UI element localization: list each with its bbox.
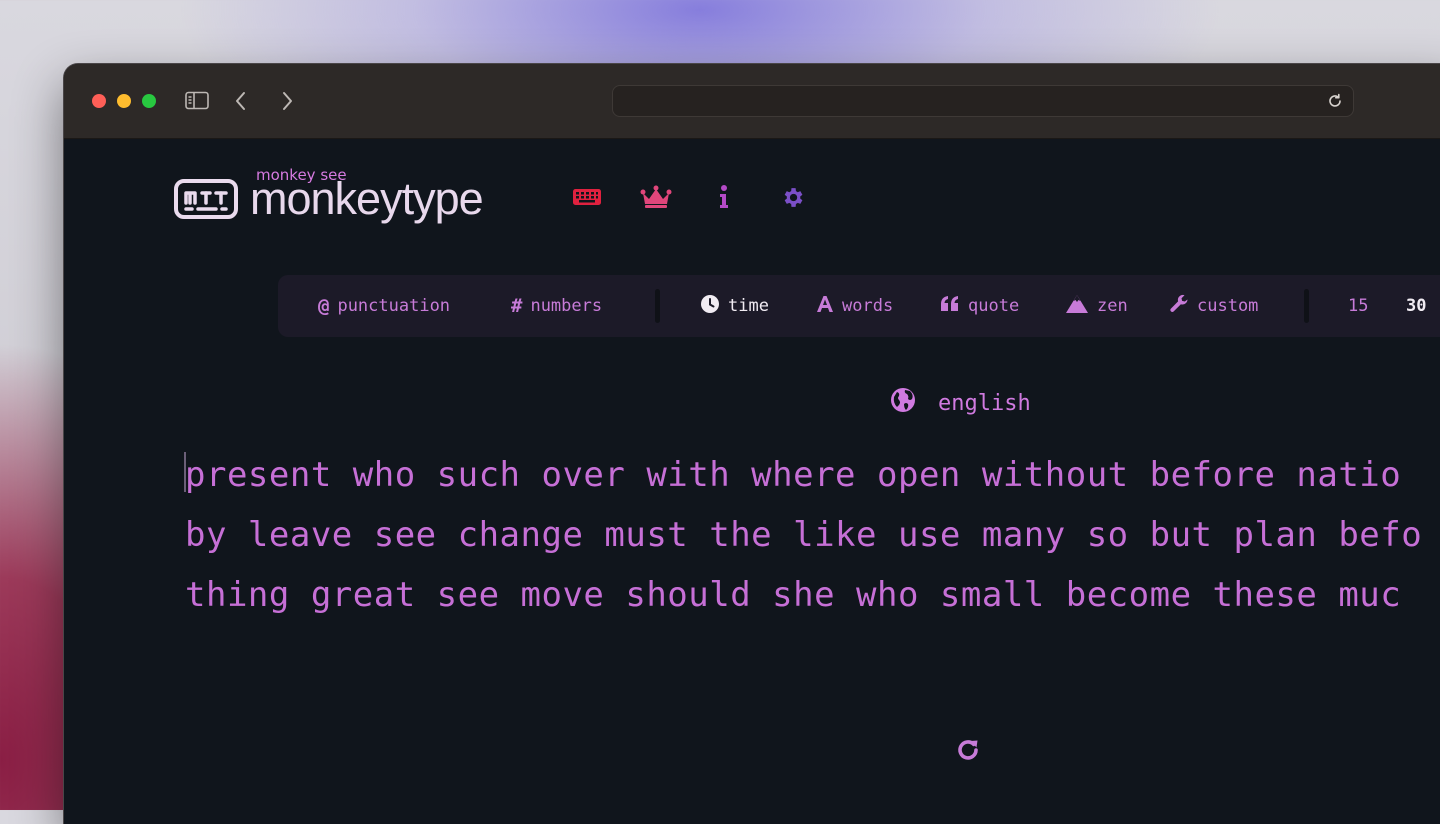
duration-label: 15 (1348, 296, 1369, 316)
punctuation-toggle[interactable]: @ punctuation (318, 294, 450, 318)
forward-icon[interactable] (280, 91, 294, 115)
words-area[interactable]: present who such over with where open wi… (185, 445, 1422, 625)
minimize-window-button[interactable] (117, 94, 131, 108)
font-a-icon (816, 294, 834, 319)
quote-label: quote (968, 296, 1020, 316)
monkeytype-logo-icon (174, 179, 238, 219)
hash-icon: # (511, 295, 523, 317)
globe-icon (890, 387, 916, 419)
address-bar[interactable] (612, 85, 1354, 117)
word-line: by leave see change must the like use ma… (185, 515, 1423, 555)
duration-option-active[interactable]: 30 (1406, 294, 1426, 318)
browser-window: monkey see monkeytype @ punctuation # nu… (64, 64, 1440, 824)
crown-icon[interactable] (640, 185, 672, 213)
duration-label: 30 (1406, 296, 1427, 316)
word-line: thing great see move should she who smal… (185, 575, 1402, 615)
mountain-icon (1065, 294, 1089, 319)
info-icon[interactable] (717, 184, 731, 214)
words-label: words (842, 296, 894, 316)
close-window-button[interactable] (92, 94, 106, 108)
maximize-window-button[interactable] (142, 94, 156, 108)
word-line: present who such over with where open wi… (185, 455, 1402, 495)
mode-custom[interactable]: custom (1169, 294, 1258, 318)
test-mode-bar: @ punctuation # numbers time words quote… (278, 275, 1440, 337)
at-sign-icon: @ (318, 295, 330, 317)
numbers-toggle[interactable]: # numbers (511, 294, 602, 318)
keyboard-icon[interactable] (572, 187, 602, 211)
reload-icon[interactable] (1327, 93, 1343, 113)
restart-icon[interactable] (954, 736, 982, 768)
gear-icon[interactable] (780, 185, 805, 214)
zen-label: zen (1097, 296, 1128, 316)
mode-separator (1304, 289, 1309, 323)
punctuation-label: punctuation (337, 296, 451, 316)
sidebar-toggle-icon[interactable] (185, 91, 209, 115)
language-label: english (938, 390, 1031, 416)
mode-time[interactable]: time (700, 294, 769, 318)
mode-quote[interactable]: quote (940, 294, 1019, 318)
quote-icon (940, 295, 960, 318)
language-selector[interactable]: english (890, 387, 1031, 419)
brand-name: monkeytype (250, 173, 484, 224)
wrench-icon (1169, 294, 1189, 319)
mode-separator (655, 289, 660, 323)
back-icon[interactable] (234, 91, 248, 115)
mode-zen[interactable]: zen (1065, 294, 1128, 318)
time-label: time (728, 296, 769, 316)
numbers-label: numbers (530, 296, 603, 316)
custom-label: custom (1197, 296, 1259, 316)
duration-option[interactable]: 15 (1348, 294, 1368, 318)
browser-titlebar (64, 64, 1440, 139)
clock-icon (700, 294, 720, 319)
mode-words[interactable]: words (816, 294, 893, 318)
page-content: monkey see monkeytype @ punctuation # nu… (64, 139, 1440, 824)
